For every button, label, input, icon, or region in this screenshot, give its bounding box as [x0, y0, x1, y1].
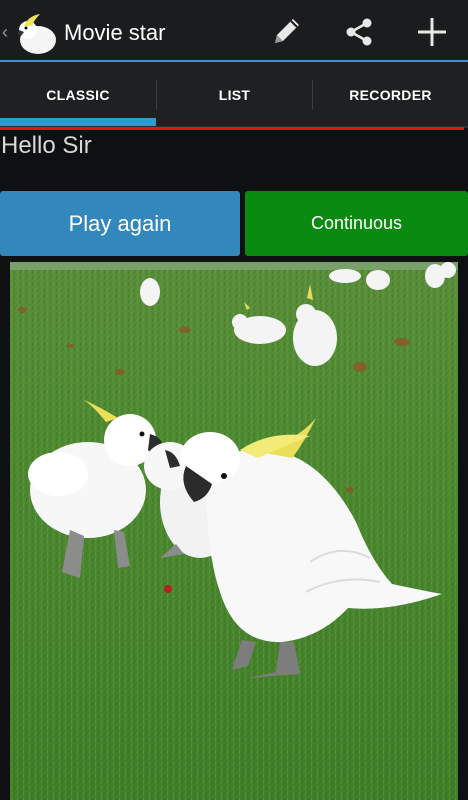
- share-icon: [346, 18, 372, 46]
- edit-button[interactable]: [264, 10, 308, 54]
- cockatoo-app-icon[interactable]: [14, 10, 60, 56]
- cockatoos-photo: [10, 262, 458, 800]
- play-again-button[interactable]: Play again: [0, 191, 240, 256]
- add-button[interactable]: [410, 10, 454, 54]
- app-title: Movie star: [64, 20, 166, 45]
- highlight-line: [0, 127, 464, 130]
- continuous-button[interactable]: Continuous: [245, 191, 468, 256]
- greeting-text: Hello Sir: [1, 132, 92, 159]
- action-bar: ‹ Movie star: [0, 0, 468, 62]
- tab-bar: CLASSIC LIST RECORDER: [0, 62, 468, 128]
- selected-tab-indicator: [0, 118, 156, 126]
- up-caret-icon[interactable]: ‹: [2, 22, 12, 42]
- tab-recorder[interactable]: RECORDER: [313, 62, 468, 128]
- pencil-icon: [275, 19, 299, 43]
- share-button[interactable]: [337, 10, 381, 54]
- plus-icon: [418, 18, 446, 46]
- tab-list[interactable]: LIST: [157, 62, 312, 128]
